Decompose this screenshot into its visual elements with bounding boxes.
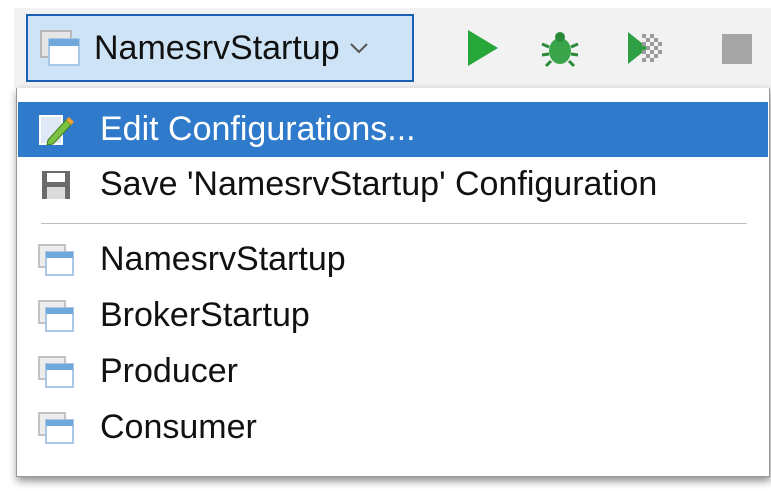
run-with-coverage-button[interactable] <box>622 24 670 72</box>
debug-button[interactable] <box>536 24 584 72</box>
save-configuration-label: Save 'NamesrvStartup' Configuration <box>100 165 658 203</box>
run-icon <box>468 30 498 66</box>
chevron-down-icon[interactable] <box>348 37 370 59</box>
application-config-icon <box>38 412 74 444</box>
menu-item-edit-configurations[interactable]: Edit Configurations... <box>18 102 768 157</box>
application-config-icon <box>38 356 74 388</box>
config-label: Producer <box>100 352 238 390</box>
menu-separator <box>41 223 747 224</box>
edit-configurations-icon <box>39 115 74 146</box>
selected-config-name: NamesrvStartup <box>94 28 340 67</box>
run-button[interactable] <box>458 24 506 72</box>
application-config-icon <box>38 244 74 276</box>
edit-configurations-label: Edit Configurations... <box>100 110 416 148</box>
stop-icon <box>722 34 752 64</box>
application-config-icon <box>40 30 80 66</box>
menu-item-config-namesrvstartup[interactable]: NamesrvStartup <box>18 232 768 287</box>
config-label: NamesrvStartup <box>100 240 346 278</box>
coverage-icon <box>628 32 662 64</box>
config-label: Consumer <box>100 408 257 446</box>
menu-item-save-configuration[interactable]: Save 'NamesrvStartup' Configuration <box>18 157 768 212</box>
application-config-icon <box>38 300 74 332</box>
debug-icon <box>541 32 579 68</box>
save-icon <box>42 171 70 199</box>
run-configurations-menu: Edit Configurations... Save 'NamesrvStar… <box>16 88 770 477</box>
menu-item-config-producer[interactable]: Producer <box>18 344 768 399</box>
menu-item-config-consumer[interactable]: Consumer <box>18 400 768 455</box>
run-configuration-select[interactable]: NamesrvStartup <box>26 14 414 82</box>
config-label: BrokerStartup <box>100 296 310 334</box>
stop-button[interactable] <box>712 24 760 72</box>
menu-item-config-brokerstartup[interactable]: BrokerStartup <box>18 288 768 343</box>
